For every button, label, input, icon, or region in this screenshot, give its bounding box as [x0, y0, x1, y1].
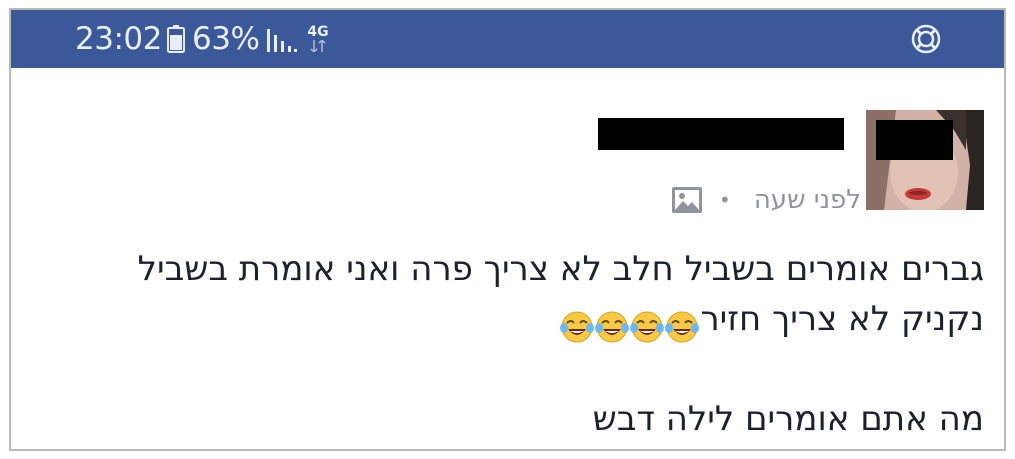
meta-separator: •	[719, 188, 731, 212]
avatar[interactable]	[866, 110, 984, 210]
status-bar: 23:02 63% 4G	[11, 10, 1004, 68]
tears-of-joy-emoji-icon	[595, 311, 630, 343]
network-indicator: 4G	[303, 24, 333, 54]
post-line-1: גברים אומרים בשביל חלב לא צריך פרה ואני …	[137, 249, 984, 289]
post-line-4: מה אתם אומרים לילה דבש	[592, 399, 984, 439]
battery-percent: 63%	[192, 21, 260, 57]
post-text: גברים אומרים בשביל חלב לא צריך פרה ואני …	[54, 244, 984, 444]
lifebuoy-icon[interactable]	[910, 23, 942, 55]
post-line-3	[54, 344, 984, 394]
face-redaction	[876, 120, 953, 160]
battery-icon	[167, 25, 185, 53]
screenshot-frame: 23:02 63% 4G • לפני שעה גברים אומרים בשב…	[9, 8, 1006, 451]
post-meta: • לפני שעה	[671, 180, 861, 220]
post-line-2-text: נקניק לא צריך חזיר	[700, 299, 984, 339]
post-line-2: נקניק לא צריך חזיר	[54, 294, 984, 344]
emoji-row	[560, 301, 700, 343]
author-name-redaction	[598, 118, 844, 150]
tears-of-joy-emoji-icon	[630, 311, 665, 343]
signal-icon	[267, 29, 297, 52]
photo-icon	[672, 187, 702, 213]
status-time: 23:02	[75, 21, 162, 57]
network-type: 4G	[307, 24, 329, 40]
post-timestamp[interactable]: לפני שעה	[754, 180, 861, 220]
avatar-photo	[866, 110, 984, 210]
tears-of-joy-emoji-icon	[665, 311, 700, 343]
tears-of-joy-emoji-icon	[560, 311, 595, 343]
network-arrows-icon	[310, 40, 326, 52]
